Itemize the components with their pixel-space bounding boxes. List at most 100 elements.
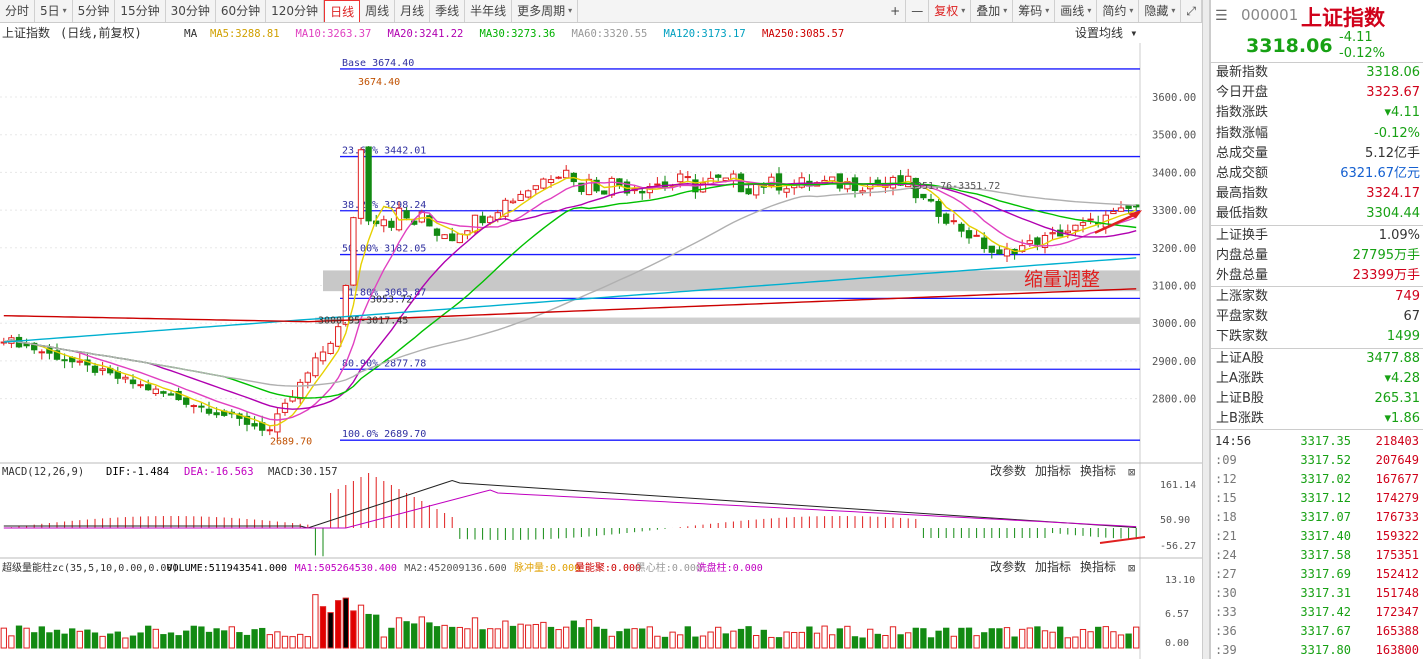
candle-body <box>38 351 45 354</box>
tool-button-3[interactable]: 叠加 ▾ <box>971 0 1014 22</box>
volume-bar <box>456 626 463 649</box>
candle-body <box>958 223 965 232</box>
period-tab-10[interactable]: 季线 <box>430 0 466 22</box>
period-tab-12[interactable]: 更多周期 ▾ <box>512 0 579 22</box>
chevron-down-icon: ▾ <box>1129 6 1134 15</box>
volume-bar <box>661 636 669 649</box>
volume-bar <box>0 627 7 649</box>
candle-body <box>122 376 129 380</box>
volume-bar <box>836 628 843 649</box>
macd-button-0: 改参数 <box>990 463 1026 478</box>
volume-bar <box>183 630 190 649</box>
period-tab-4[interactable]: 30分钟 <box>166 0 216 22</box>
volume-bar <box>1026 627 1033 649</box>
volume-bar <box>1041 630 1049 649</box>
period-tab-11[interactable]: 半年线 <box>465 0 513 22</box>
tool-button-1[interactable]: — <box>906 0 930 22</box>
volume-bar <box>23 627 30 649</box>
tick-time: :39 <box>1215 643 1237 658</box>
volume-bar <box>737 628 745 649</box>
tool-button-6[interactable]: 简约 ▾ <box>1097 0 1140 22</box>
tick-volume: 172347 <box>1375 605 1419 620</box>
tick-price: 3317.40 <box>1300 529 1351 544</box>
candle-body <box>950 220 957 223</box>
candle-body <box>973 234 980 237</box>
volume-bar <box>145 625 152 649</box>
candle-body <box>99 368 106 371</box>
tool-button-0[interactable]: + <box>885 0 907 22</box>
volume-bar <box>274 631 281 649</box>
tick-time: :09 <box>1215 453 1237 468</box>
toolbar-right: + — 复权 ▾ 叠加 ▾ 筹码 ▾ 画线 ▾ 简约 ▾ 隐藏 ▾ ⤢ <box>885 0 1202 23</box>
share-stat-label: 上证A股 <box>1216 350 1264 366</box>
panel-divider[interactable] <box>1202 0 1210 659</box>
period-tab-7[interactable]: 日线 <box>324 0 361 22</box>
period-tab-8[interactable]: 周线 <box>360 0 396 22</box>
tool-button-7[interactable]: 隐藏 ▾ <box>1139 0 1182 22</box>
tick-volume: 176733 <box>1375 510 1419 525</box>
turnover-stat-label: 外盘总量 <box>1216 267 1269 283</box>
volume-bar <box>601 628 608 649</box>
breadth-stats: 上涨家数 749 平盘家数 67 下跌家数 1499 <box>1211 287 1423 349</box>
turnover-stat-row: 上证换手 1.09% <box>1211 226 1423 246</box>
volume-bar <box>129 635 137 649</box>
period-tab-3[interactable]: 15分钟 <box>115 0 166 22</box>
volume-bar <box>53 629 61 649</box>
share-stat-row: 上证B股 265.31 <box>1211 389 1423 409</box>
chevron-down-icon: ▾ <box>961 6 966 15</box>
index-stat-value: ▾4.11 <box>1384 105 1420 121</box>
candle-body <box>76 360 83 363</box>
volume-bar <box>1011 636 1018 649</box>
period-tab-5[interactable]: 60分钟 <box>216 0 267 22</box>
volume-bar <box>373 614 380 649</box>
candle-body <box>859 190 866 193</box>
volume-bar <box>699 635 707 649</box>
index-stat-value: 6321.67亿元 <box>1340 165 1420 181</box>
chevron-down-icon: ▾ <box>1045 6 1050 15</box>
period-tab-2[interactable]: 5分钟 <box>73 0 116 22</box>
candle-body <box>380 219 387 227</box>
volume-bar <box>61 633 68 649</box>
index-stats: 最新指数 3318.06 今日开盘 3323.67 指数涨跌 ▾4.11 指数涨幅 -0.12… <box>1211 63 1423 226</box>
index-stat-value: -0.12% <box>1374 125 1420 141</box>
volume-bar <box>1064 637 1071 649</box>
candle-body <box>525 190 532 198</box>
ma-line-250 <box>3 288 1137 323</box>
candle-body <box>251 423 258 427</box>
index-stat-label: 最低指数 <box>1216 206 1269 222</box>
kline-chart-area[interactable]: 上证指数 (日线,前复权) MA MA5:3288.81 MA10:3263.37 MA2… <box>0 23 1202 659</box>
tool-button-5[interactable]: 画线 ▾ <box>1055 0 1098 22</box>
menu-icon[interactable]: ☰ <box>1215 8 1228 24</box>
period-tab-9[interactable]: 月线 <box>395 0 431 22</box>
index-stat-label: 总成交额 <box>1216 165 1269 181</box>
tick-time: :21 <box>1215 529 1237 544</box>
volume-bar <box>1087 631 1094 649</box>
tool-button-2[interactable]: 复权 ▾ <box>929 0 972 22</box>
volume-bar <box>243 634 251 649</box>
tick-volume: 175351 <box>1375 548 1419 563</box>
vol-axis-label: 13.10 <box>1165 575 1195 586</box>
volume-bar <box>525 624 532 649</box>
expand-icon[interactable]: ⤢ <box>1181 0 1202 22</box>
price-change: -4.11 <box>1339 30 1373 45</box>
tick-price: 3317.42 <box>1300 605 1351 620</box>
range-label: 3351.76-3351.72 <box>910 181 1000 192</box>
volume-bar <box>433 626 441 649</box>
tick-row: :27 3317.69 152412 <box>1211 565 1423 584</box>
vol-button-2: 换指标 <box>1080 559 1116 574</box>
candle-body <box>479 215 486 224</box>
tick-price: 3317.31 <box>1300 586 1351 601</box>
volume-bar <box>107 633 114 649</box>
volume-bar <box>684 626 691 649</box>
volume-bar <box>532 623 539 649</box>
tick-volume: 218403 <box>1375 434 1419 449</box>
vol-header-1: VOLUME:511943541.000 <box>167 563 287 574</box>
volume-bar <box>844 625 851 649</box>
candle-body <box>335 326 342 347</box>
tool-button-4[interactable]: 筹码 ▾ <box>1013 0 1056 22</box>
period-tab-6[interactable]: 120分钟 <box>266 0 325 22</box>
period-tab-0[interactable]: 分时 <box>0 0 36 22</box>
candle-body <box>1079 222 1087 226</box>
stock-code: 000001 <box>1241 6 1299 24</box>
period-tab-1[interactable]: 5日 ▾ <box>35 0 73 22</box>
